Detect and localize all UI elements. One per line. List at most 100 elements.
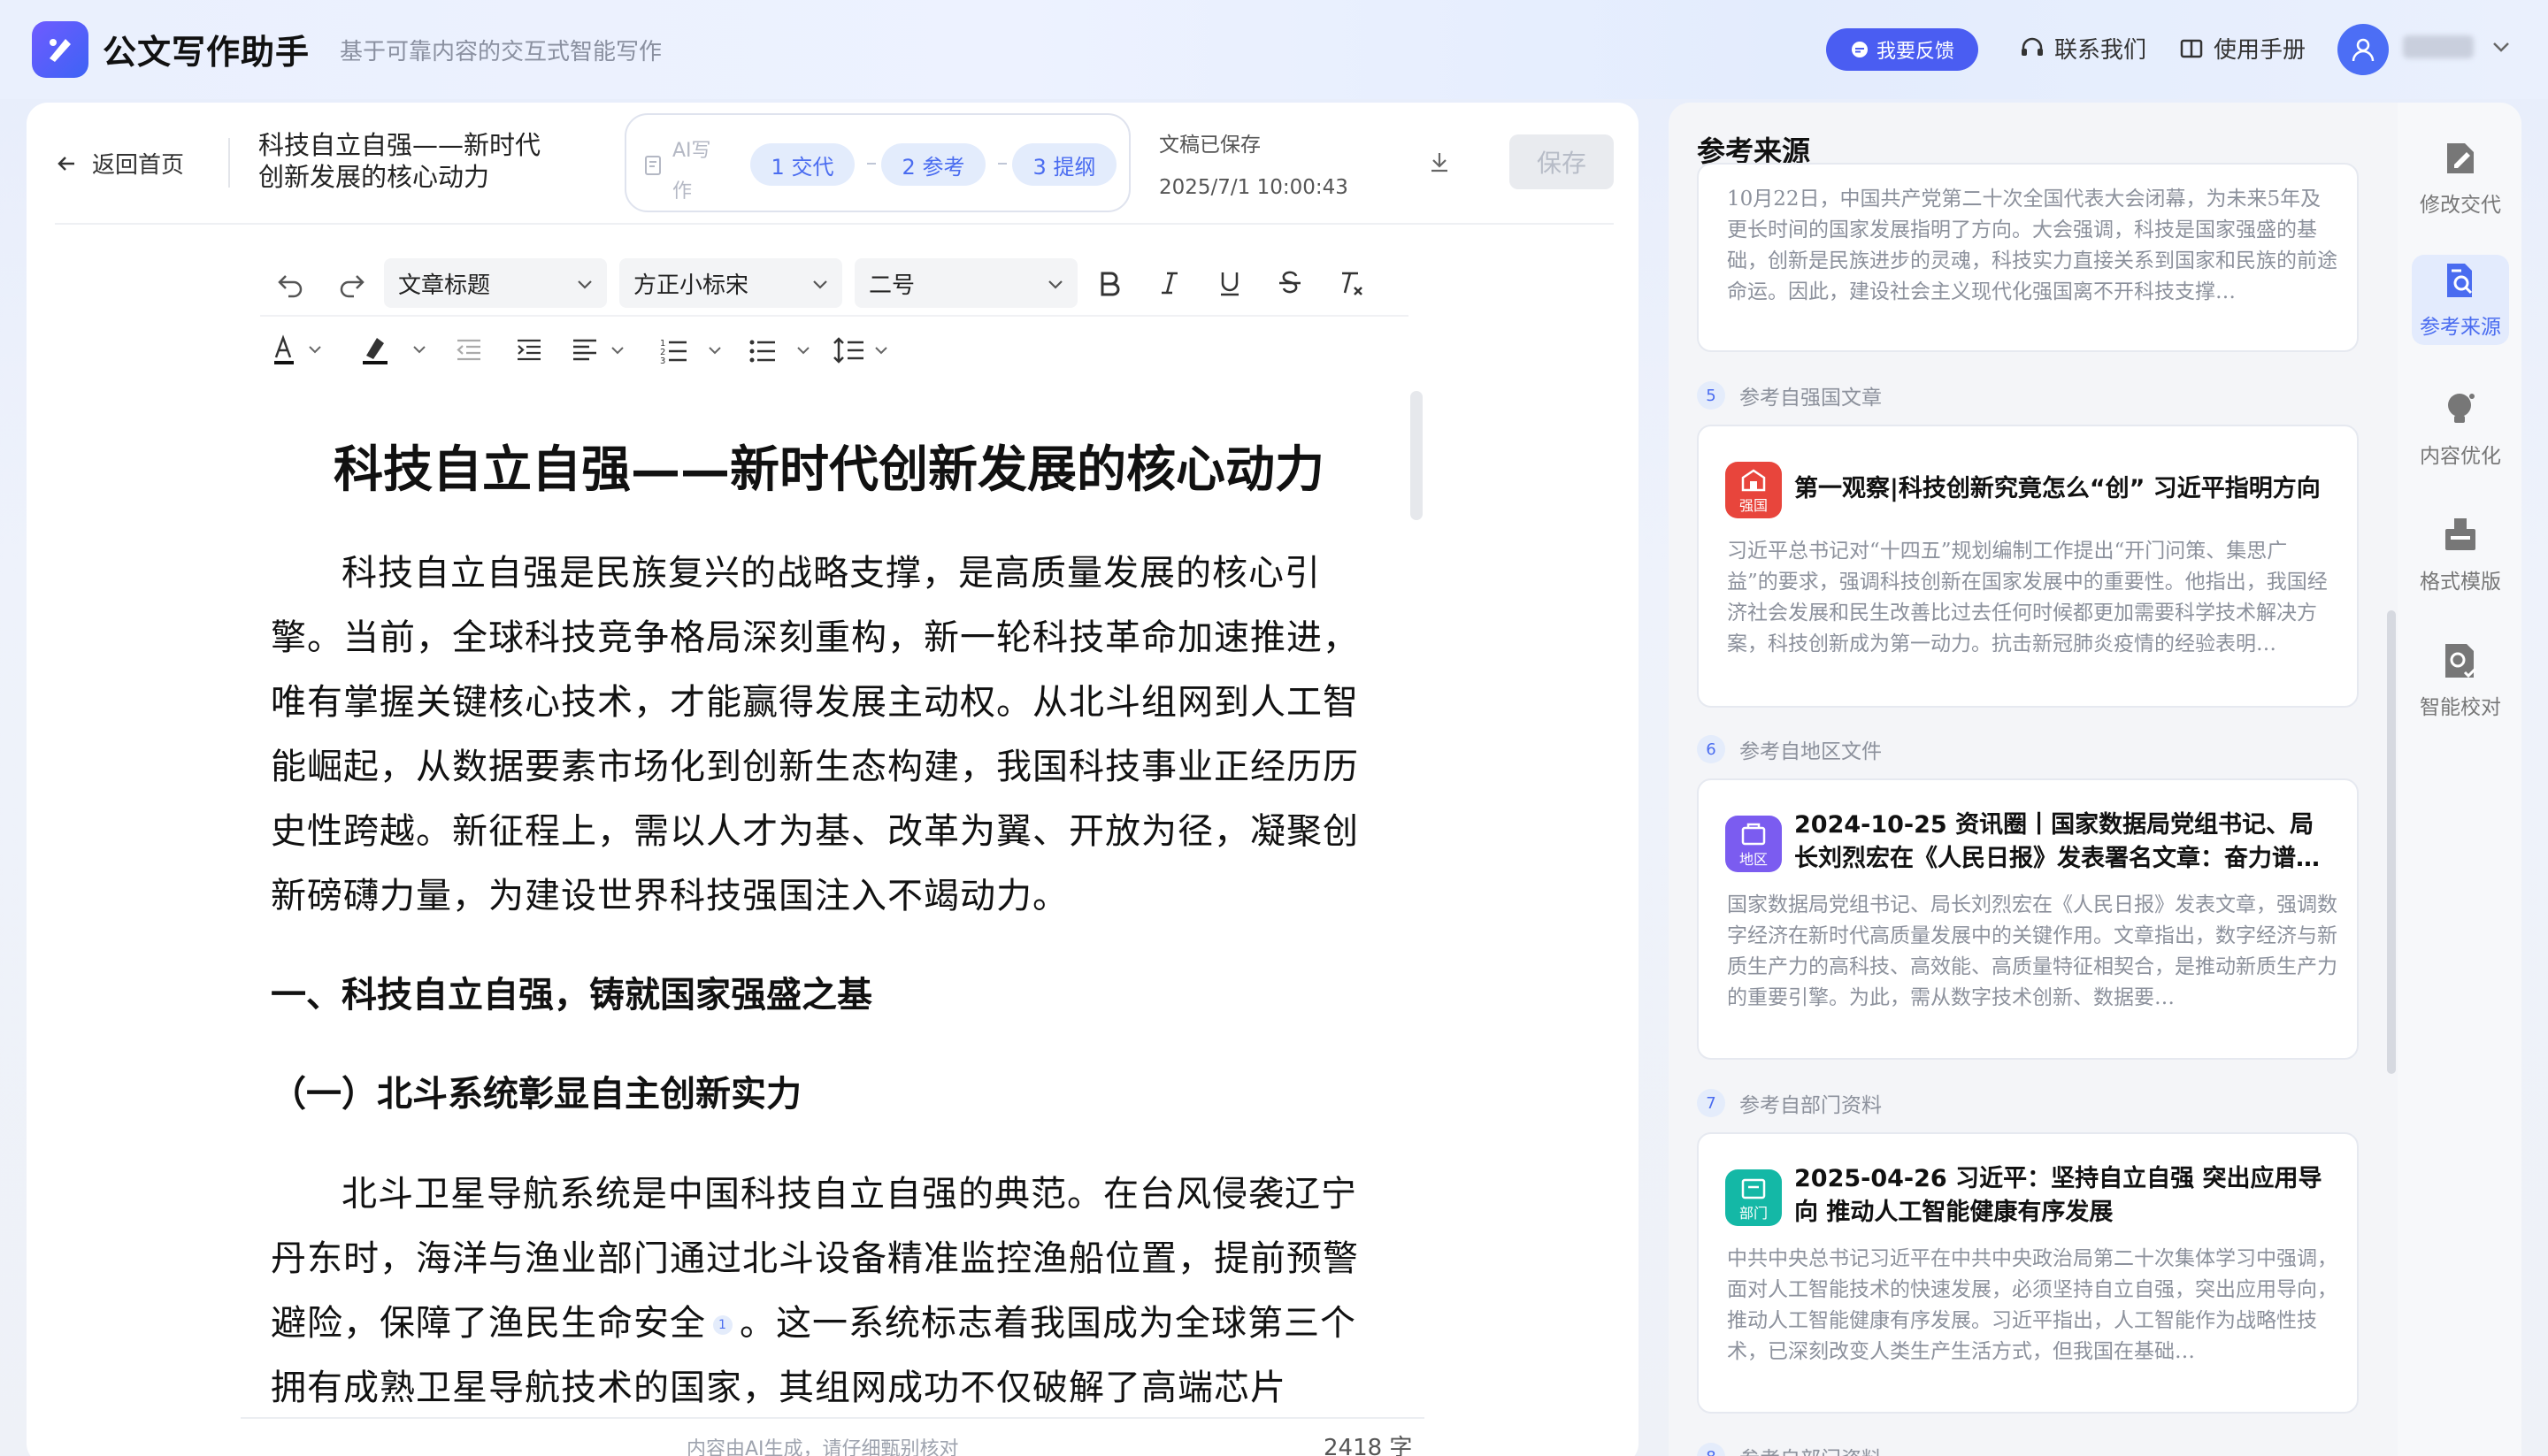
rail-label: 修改交代 — [2420, 194, 2501, 217]
citation-marker[interactable]: 1 — [713, 1315, 733, 1335]
reference-card[interactable]: 10月22日，中国共产党第二十次全国代表大会闭幕，为未来5年及更长时间的国家发展… — [1697, 163, 2359, 352]
reference-card-title: 2024-10-25 资讯圈丨国家数据局党组书记、局长刘烈宏在《人民日报》发表署… — [1794, 811, 2320, 872]
rail-item-references[interactable]: 参考来源 — [2412, 255, 2509, 345]
reference-number: 7 — [1697, 1089, 1725, 1117]
footer-divider — [241, 1417, 1424, 1419]
document-title[interactable]: 科技自立自强——新时代创新发展的核心动力 — [271, 430, 1387, 502]
rail-item-optimize[interactable]: 内容优化 — [2412, 380, 2509, 478]
rail-label: 参考来源 — [2420, 316, 2501, 339]
ai-steps-bar: AI写作 1 交代 2 参考 3 提纲 — [625, 113, 1131, 212]
reference-number: 6 — [1697, 735, 1725, 763]
doc-title[interactable]: 科技自立自强——新时代创新发展的核心动力 — [258, 129, 550, 193]
reference-card[interactable]: 强国 第一观察|科技创新究竟怎么“创” 习近平指明方向 习近平总书记对“十四五”… — [1697, 425, 2359, 708]
reference-source: 参考自强国文章 — [1739, 387, 1882, 410]
paragraph-intro[interactable]: 科技自立自强是民族复兴的战略支撑，是高质量发展的核心引擎。当前，全球科技竞争格局… — [271, 541, 1387, 929]
username-blurred — [2403, 35, 2474, 58]
editor-scrollbar[interactable] — [1410, 391, 1423, 520]
reference-source-label: 5 参考自强国文章 — [1697, 380, 1882, 410]
rail-item-edit-brief[interactable]: 修改交代 — [2412, 129, 2509, 226]
save-status: 文稿已保存 2025/7/1 10:00:43 — [1159, 134, 1348, 199]
reference-scrollbar[interactable] — [2387, 610, 2396, 1074]
rail-item-templates[interactable]: 格式模版 — [2412, 506, 2509, 603]
ordered-list-icon[interactable]: 123 — [658, 331, 733, 370]
rail-item-proofread[interactable]: 智能校对 — [2412, 632, 2509, 729]
word-count: 2418 字 — [1324, 1435, 1413, 1456]
step-chip-2[interactable]: 2 参考 — [881, 143, 986, 186]
align-icon[interactable] — [570, 331, 635, 370]
reference-card-title: 2025-04-26 习近平：坚持自立自强 突出应用导向 推动人工智能健康有序发… — [1794, 1165, 2322, 1226]
reference-card-body: 中共中央总书记习近平在中共中央政治局第二十次集体学习中强调，面对人工智能技术的快… — [1727, 1247, 2337, 1363]
app-logo-icon — [32, 21, 88, 78]
rail-label: 格式模版 — [2420, 571, 2501, 594]
source-badge-icon: 部门 — [1725, 1169, 1782, 1226]
svg-text:3: 3 — [660, 356, 665, 365]
download-icon[interactable] — [1426, 149, 1453, 179]
reference-number: 8 — [1697, 1443, 1725, 1456]
step-chip-3[interactable]: 3 提纲 — [1012, 143, 1117, 186]
user-icon — [2352, 38, 2375, 62]
underline-icon[interactable] — [1210, 264, 1249, 303]
step-connector — [998, 163, 1007, 165]
step-connector — [867, 163, 876, 165]
italic-icon[interactable] — [1150, 264, 1189, 303]
user-avatar[interactable] — [2337, 24, 2389, 75]
font-size-select[interactable]: 二号 — [855, 258, 1078, 308]
section-heading-2[interactable]: （一）北斗系统彰显自主创新实力 — [271, 1065, 802, 1116]
line-height-icon[interactable] — [832, 331, 897, 370]
ai-label: AI写作 — [672, 140, 711, 203]
source-badge-icon: 地区 — [1725, 816, 1782, 872]
reference-source: 参考自部门资料 — [1739, 1442, 1882, 1456]
chevron-down-icon — [578, 280, 592, 289]
badge-text: 强国 — [1738, 497, 1768, 514]
back-home-button[interactable]: 返回首页 — [53, 147, 184, 180]
strikethrough-icon[interactable] — [1270, 264, 1309, 303]
chevron-down-icon — [1048, 280, 1063, 289]
app-subtitle: 基于可靠内容的交互式智能写作 — [340, 39, 663, 65]
paragraph-beidou[interactable]: 北斗卫星导航系统是中国科技自立自强的典范。在台风侵袭辽宁丹东时，海洋与渔业部门通… — [271, 1162, 1387, 1421]
contact-label: 联系我们 — [2054, 37, 2147, 64]
book-icon — [2180, 39, 2203, 57]
reference-card[interactable]: 地区 2024-10-25 资讯圈丨国家数据局党组书记、局长刘烈宏在《人民日报》… — [1697, 778, 2359, 1060]
badge-text: 部门 — [1738, 1205, 1768, 1222]
divider — [228, 138, 230, 188]
outdent-icon[interactable] — [449, 331, 488, 370]
contact-link[interactable]: 联系我们 — [2019, 32, 2146, 65]
doc-search-icon — [2447, 264, 2473, 297]
reference-card-body: 国家数据局党组书记、局长刘烈宏在《人民日报》发表文章，强调数字经济在新时代高质量… — [1727, 893, 2337, 1009]
indent-icon[interactable] — [510, 331, 549, 370]
font-family-select[interactable]: 方正小标宋 — [619, 258, 842, 308]
reference-source: 参考自地区文件 — [1739, 740, 1882, 763]
section-heading-1[interactable]: 一、科技自立自强，铸就国家强盛之基 — [271, 966, 872, 1017]
font-color-icon[interactable] — [271, 331, 327, 370]
step-chip-1[interactable]: 1 交代 — [750, 143, 855, 186]
reference-source: 参考自部门资料 — [1739, 1094, 1882, 1117]
undo-icon[interactable] — [271, 264, 310, 303]
font-value: 方正小标宋 — [633, 272, 749, 299]
feedback-button[interactable]: 我要反馈 — [1826, 28, 1978, 71]
redo-icon[interactable] — [333, 264, 372, 303]
bold-icon[interactable] — [1090, 264, 1129, 303]
size-value: 二号 — [869, 272, 916, 299]
source-badge-icon: 强国 — [1725, 462, 1782, 518]
highlight-icon[interactable] — [359, 331, 434, 370]
bullet-list-icon[interactable] — [747, 331, 821, 370]
manual-link[interactable]: 使用手册 — [2178, 32, 2306, 65]
reference-card[interactable]: 部门 2025-04-26 习近平：坚持自立自强 突出应用导向 推动人工智能健康… — [1697, 1132, 2359, 1414]
ai-disclaimer: 内容由AI生成，请仔细甄别核对 — [687, 1438, 959, 1456]
rail-label: 智能校对 — [2420, 696, 2501, 719]
save-button[interactable]: 保存 — [1509, 134, 1614, 189]
bulb-icon — [2448, 394, 2475, 423]
reference-source-label: 7 参考自部门资料 — [1697, 1088, 1882, 1118]
edit-doc-icon — [2447, 143, 2474, 173]
paragraph-style-select[interactable]: 文章标题 — [384, 258, 607, 308]
chevron-down-icon — [813, 280, 827, 289]
clear-format-icon[interactable] — [1331, 264, 1370, 303]
chevron-down-icon[interactable] — [2490, 35, 2513, 62]
reference-number: 5 — [1697, 381, 1725, 410]
toolbar-separator — [260, 315, 1408, 317]
app-title: 公文写作助手 — [103, 33, 311, 72]
arrow-left-icon — [58, 156, 74, 171]
reference-card-body: 10月22日，中国共产党第二十次全国代表大会闭幕，为未来5年及更长时间的国家发展… — [1727, 188, 2337, 303]
chat-icon — [1851, 42, 1868, 57]
reference-source-label: 6 参考自地区文件 — [1697, 734, 1882, 764]
